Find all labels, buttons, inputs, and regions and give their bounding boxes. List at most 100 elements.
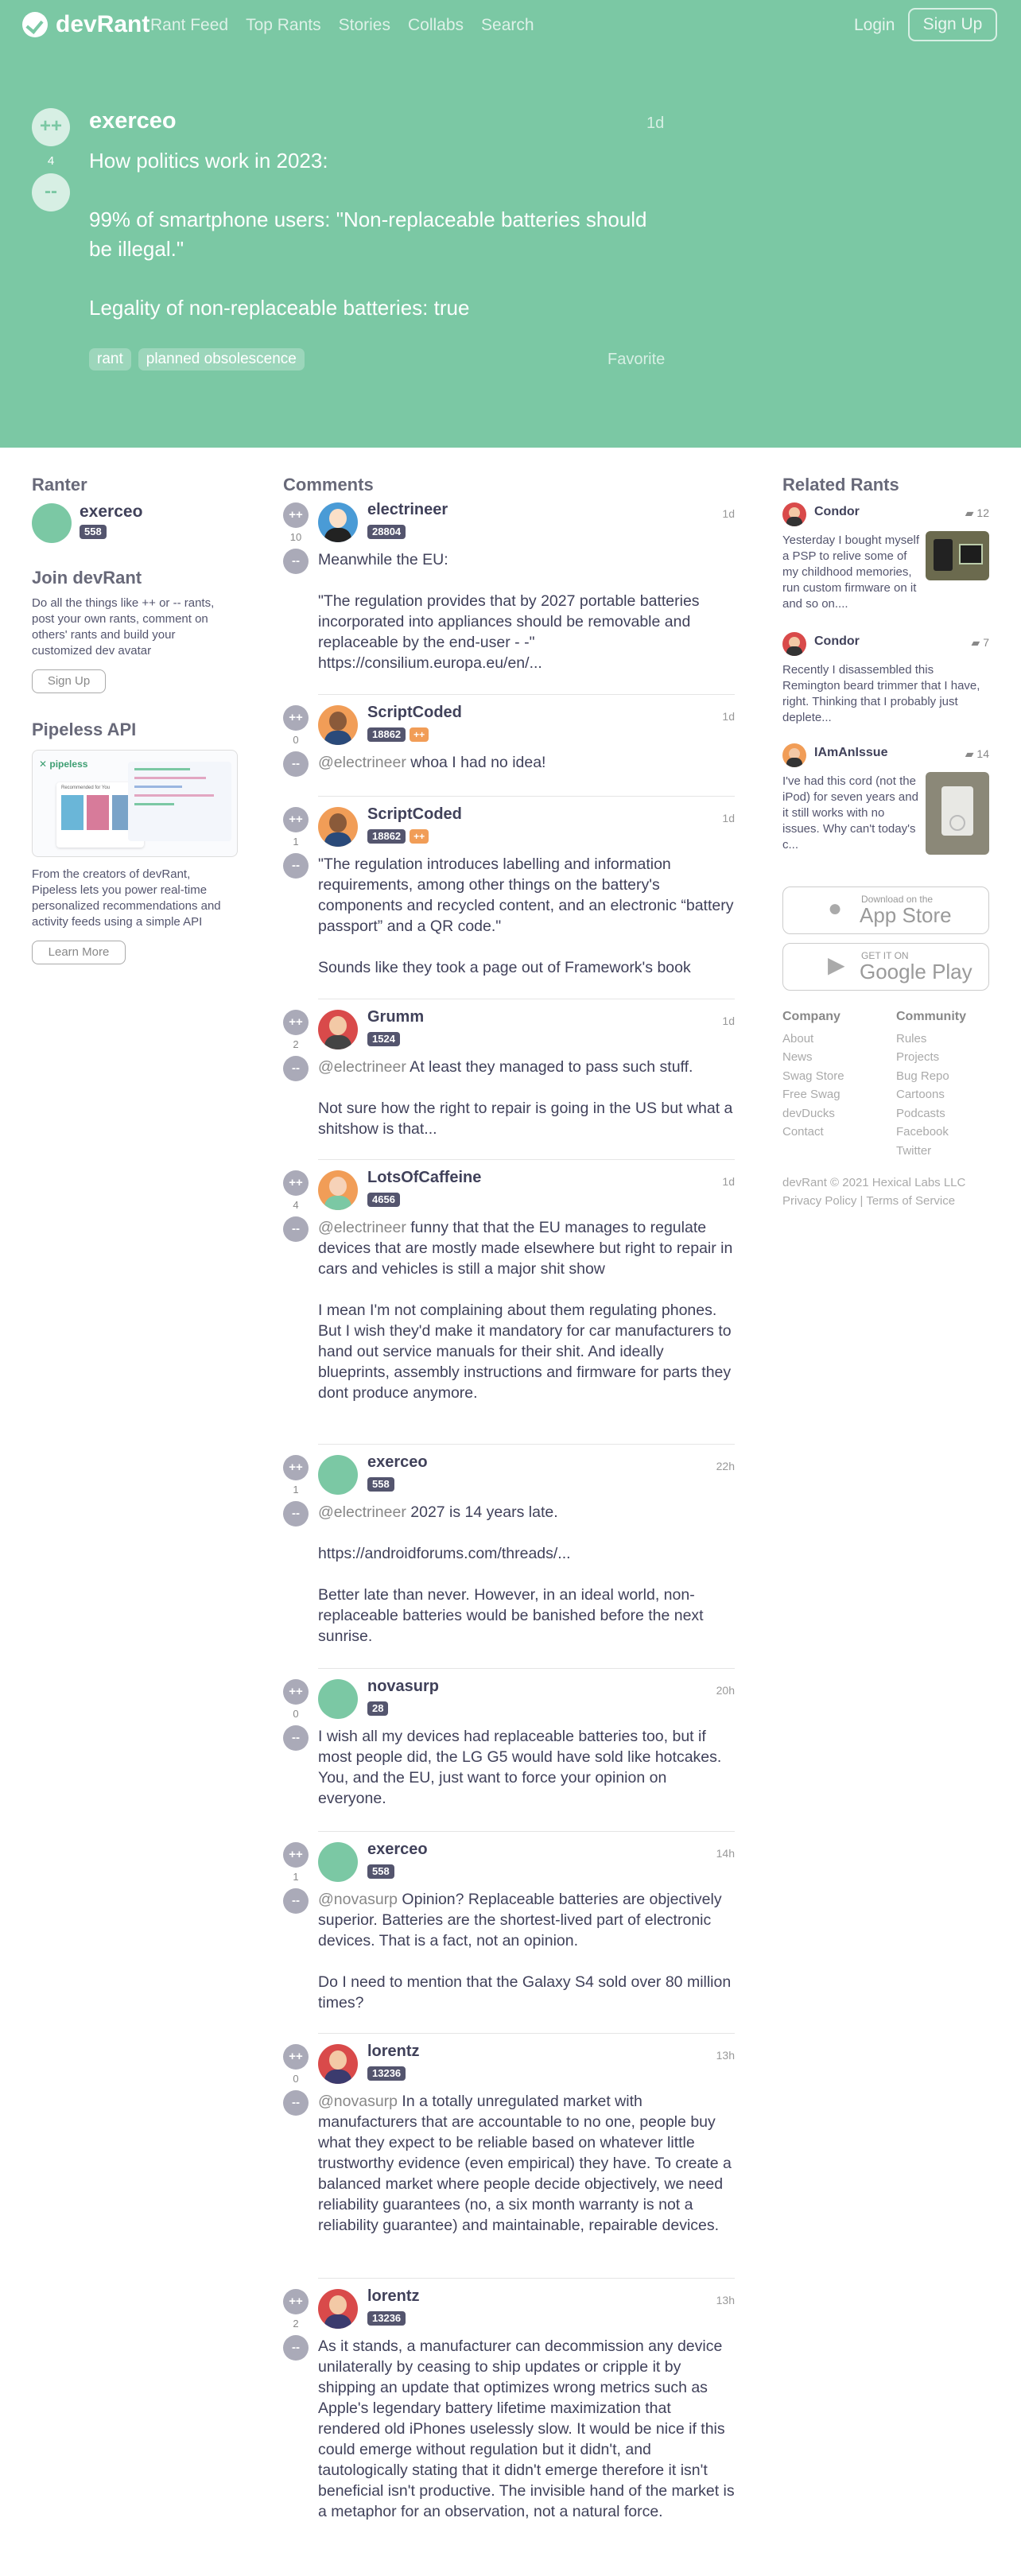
rant-upvote-button[interactable]: ++ (32, 108, 70, 146)
avatar[interactable] (318, 1842, 358, 1882)
comment-username[interactable]: Grumm (367, 1008, 424, 1026)
related-text[interactable]: Recently I disassembled this Remington b… (782, 662, 989, 726)
nav-link-collabs[interactable]: Collabs (408, 16, 464, 35)
footer-link-bug-repo[interactable]: Bug Repo (896, 1067, 966, 1086)
comment-downvote-button[interactable]: -- (283, 2335, 309, 2361)
related-text[interactable]: Yesterday I bought myself a PSP to reliv… (782, 533, 922, 612)
avatar[interactable] (318, 1679, 358, 1719)
footer-link-contact[interactable]: Contact (782, 1123, 844, 1142)
footer-link-news[interactable]: News (782, 1048, 844, 1067)
mention-link[interactable]: @novasurp (318, 1891, 398, 1908)
avatar[interactable] (318, 1455, 358, 1495)
comment-username[interactable]: LotsOfCaffeine (367, 1169, 481, 1187)
footer-link-swag-store[interactable]: Swag Store (782, 1067, 844, 1086)
nav-link-top-rants[interactable]: Top Rants (246, 16, 321, 35)
comment-upvote-button[interactable]: ++ (283, 1679, 309, 1705)
comment-username[interactable]: exerceo (367, 1841, 428, 1859)
rant-downvote-button[interactable]: -- (32, 173, 70, 211)
avatar[interactable] (318, 1010, 358, 1049)
comment-username[interactable]: lorentz (367, 2043, 420, 2061)
nav-link-search[interactable]: Search (481, 16, 534, 35)
related-rant[interactable]: Condor ▰ 12 Yesterday I bought myself a … (782, 502, 989, 611)
avatar[interactable] (782, 502, 806, 526)
comment-downvote-button[interactable]: -- (283, 2090, 309, 2116)
terms-link[interactable]: Terms of Service (866, 1194, 955, 1208)
avatar[interactable] (318, 502, 358, 542)
comment-downvote-button[interactable]: -- (283, 549, 309, 574)
comment-downvote-button[interactable]: -- (283, 751, 309, 777)
comment-downvote-button[interactable]: -- (283, 853, 309, 879)
comment-downvote-button[interactable]: -- (283, 1888, 309, 1914)
comment-username[interactable]: electrineer (367, 501, 448, 519)
comment-upvote-button[interactable]: ++ (283, 2044, 309, 2070)
favorite-button[interactable]: Favorite (608, 351, 665, 369)
comment-upvote-button[interactable]: ++ (283, 705, 309, 731)
footer-link-devducks[interactable]: devDucks (782, 1104, 844, 1123)
mention-link[interactable]: @electrineer (318, 1503, 406, 1521)
privacy-link[interactable]: Privacy Policy (782, 1194, 856, 1208)
avatar[interactable] (318, 705, 358, 745)
comment-downvote-button[interactable]: -- (283, 1056, 309, 1081)
footer-link-facebook[interactable]: Facebook (896, 1123, 966, 1142)
footer-link-free-swag[interactable]: Free Swag (782, 1085, 844, 1104)
avatar[interactable] (318, 2289, 358, 2329)
comment-username[interactable]: lorentz (367, 2287, 420, 2306)
comment-username[interactable]: novasurp (367, 1678, 439, 1696)
footer-link-twitter[interactable]: Twitter (896, 1142, 966, 1161)
comment-downvote-button[interactable]: -- (283, 1725, 309, 1751)
signup-button[interactable]: Sign Up (908, 8, 997, 41)
nav-link-stories[interactable]: Stories (339, 16, 390, 35)
tag-rant[interactable]: rant (89, 348, 131, 370)
comment-upvote-button[interactable]: ++ (283, 2289, 309, 2314)
avatar[interactable] (782, 743, 806, 767)
footer-link-cartoons[interactable]: Cartoons (896, 1085, 966, 1104)
avatar[interactable] (318, 1170, 358, 1210)
pipeless-preview-image[interactable]: ✕ pipeless Recommended for You (32, 750, 238, 857)
comment-upvote-button[interactable]: ++ (283, 1010, 309, 1035)
ranter-username[interactable]: exerceo (80, 502, 142, 521)
mention-link[interactable]: @electrineer (318, 1058, 406, 1076)
comment-upvote-button[interactable]: ++ (283, 807, 309, 832)
sidebar-signup-button[interactable]: Sign Up (32, 669, 106, 693)
user-score: 18862 ++ (367, 727, 429, 742)
related-text[interactable]: I've had this cord (not the iPod) for se… (782, 774, 922, 853)
comment-upvote-button[interactable]: ++ (283, 1455, 309, 1480)
related-image[interactable] (926, 531, 989, 580)
learn-more-button[interactable]: Learn More (32, 941, 126, 964)
avatar[interactable] (318, 807, 358, 847)
mention-link[interactable]: @novasurp (318, 2093, 398, 2110)
footer-link-podcasts[interactable]: Podcasts (896, 1104, 966, 1123)
avatar[interactable] (318, 2044, 358, 2084)
related-rant[interactable]: Condor ▰ 7 Recently I disassembled this … (782, 632, 989, 724)
footer-link-projects[interactable]: Projects (896, 1048, 966, 1067)
comment-downvote-button[interactable]: -- (283, 1216, 309, 1242)
related-username[interactable]: IAmAnIssue (814, 746, 887, 760)
google-play-button[interactable]: ▶ GET IT ON Google Play (782, 943, 989, 991)
comment-username[interactable]: ScriptCoded (367, 704, 462, 722)
login-link[interactable]: Login (854, 16, 895, 35)
mention-link[interactable]: @electrineer (318, 1219, 406, 1236)
comment-count: ▰ 12 (965, 506, 989, 520)
ranter-name[interactable]: exerceo (80, 502, 142, 522)
related-image[interactable] (926, 772, 989, 855)
comment-upvote-button[interactable]: ++ (283, 1842, 309, 1868)
related-rant[interactable]: IAmAnIssue ▰ 14 I've had this cord (not … (782, 743, 989, 855)
tag-planned-obsolescence[interactable]: planned obsolescence (138, 348, 305, 370)
avatar[interactable] (782, 632, 806, 656)
ranter-avatar[interactable] (32, 503, 72, 543)
comment-icon: ▰ (971, 636, 980, 649)
comment-upvote-button[interactable]: ++ (283, 1170, 309, 1196)
brand-logo[interactable]: devRant (22, 11, 149, 38)
comment-upvote-button[interactable]: ++ (283, 502, 309, 528)
comment-username[interactable]: exerceo (367, 1453, 428, 1472)
comment-downvote-button[interactable]: -- (283, 1501, 309, 1527)
related-username[interactable]: Condor (814, 505, 860, 519)
app-store-button[interactable]: ● Download on the App Store (782, 886, 989, 934)
footer-link-about[interactable]: About (782, 1030, 844, 1049)
rant-username[interactable]: exerceo (89, 108, 177, 134)
mention-link[interactable]: @electrineer (318, 754, 406, 771)
related-username[interactable]: Condor (814, 634, 860, 649)
comment-username[interactable]: ScriptCoded (367, 805, 462, 824)
nav-link-rant-feed[interactable]: Rant Feed (150, 16, 228, 35)
footer-link-rules[interactable]: Rules (896, 1030, 966, 1049)
